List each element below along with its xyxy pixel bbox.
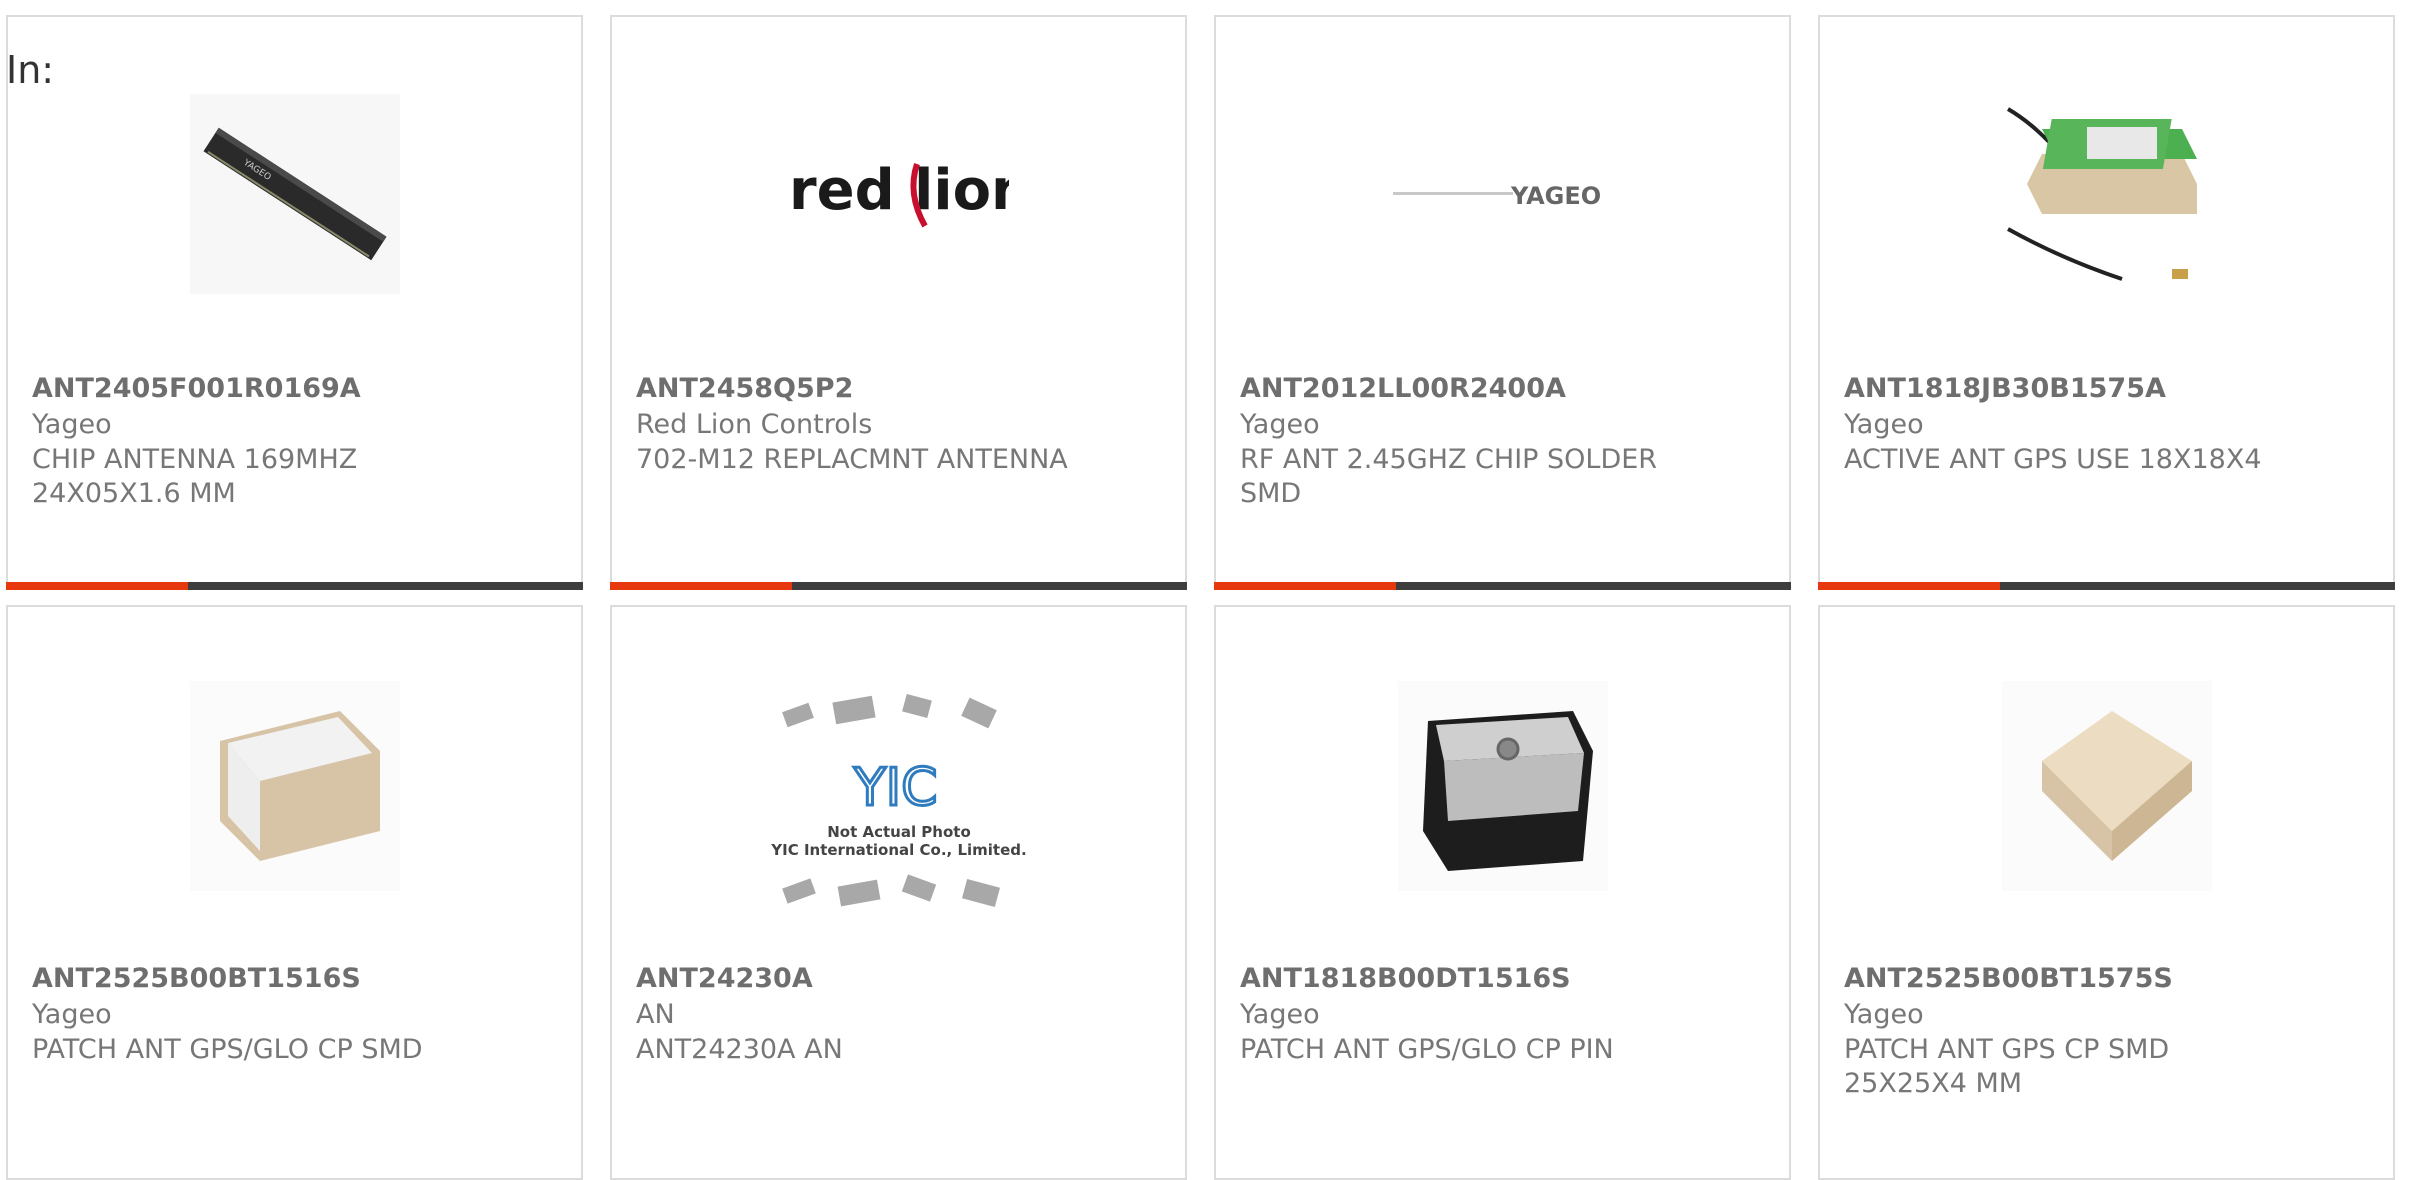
red-lion-logo: red lion bbox=[789, 85, 1009, 303]
card-bottom-bar bbox=[6, 582, 583, 590]
description: PATCH ANT GPS/GLO CP SMD bbox=[32, 1034, 423, 1065]
description: 702-M12 REPLACMNT ANTENNA bbox=[636, 444, 1068, 475]
description: CHIP ANTENNA 169MHZ 24X05X1.6 MM bbox=[32, 444, 358, 509]
svg-text:red lion: red lion bbox=[789, 158, 1009, 223]
part-number: ANT2525B00BT1575S bbox=[1844, 963, 2173, 994]
svg-text:Not Actual Photo: Not Actual Photo bbox=[827, 823, 971, 841]
manufacturer: Red Lion Controls bbox=[636, 409, 873, 440]
manufacturer: Yageo bbox=[32, 999, 112, 1030]
part-number: ANT2012LL00R2400A bbox=[1240, 373, 1566, 404]
product-card[interactable]: ANT2525B00BT1516S Yageo PATCH ANT GPS/GL… bbox=[6, 605, 583, 1180]
product-card[interactable]: ANT1818B00DT1516S Yageo PATCH ANT GPS/GL… bbox=[1214, 605, 1791, 1180]
chip-antenna-image: YAGEO bbox=[189, 85, 400, 303]
product-card[interactable]: YIC Not Actual Photo YIC International C… bbox=[610, 605, 1187, 1180]
part-number: ANT1818JB30B1575A bbox=[1844, 373, 2166, 404]
product-card[interactable]: YAGEO ANT2012LL00R2400A Yageo RF ANT 2.4… bbox=[1214, 15, 1791, 590]
product-card[interactable]: ANT2525B00BT1575S Yageo PATCH ANT GPS CP… bbox=[1818, 605, 2395, 1180]
svg-text:YIC: YIC bbox=[853, 758, 937, 818]
patch-antenna-image bbox=[189, 677, 400, 895]
svg-text:YAGEO: YAGEO bbox=[1510, 182, 1601, 210]
description: ANT24230A AN bbox=[636, 1034, 843, 1065]
yic-placeholder-image: YIC Not Actual Photo YIC International C… bbox=[764, 687, 1034, 927]
part-number: ANT2525B00BT1516S bbox=[32, 963, 361, 994]
manufacturer: Yageo bbox=[1240, 999, 1320, 1030]
card-bottom-bar bbox=[1214, 582, 1791, 590]
manufacturer: Yageo bbox=[32, 409, 112, 440]
part-number: ANT2405F001R0169A bbox=[32, 373, 361, 404]
manufacturer: Yageo bbox=[1844, 409, 1924, 440]
description: ACTIVE ANT GPS USE 18X18X4 bbox=[1844, 444, 2262, 475]
product-grid: YAGEO ANT2405F001R0169A Yageo CHIP ANTEN… bbox=[0, 0, 2410, 1180]
product-card[interactable]: YAGEO ANT2405F001R0169A Yageo CHIP ANTEN… bbox=[6, 15, 583, 590]
description: PATCH ANT GPS/GLO CP PIN bbox=[1240, 1034, 1614, 1065]
active-gps-antenna-image bbox=[2002, 85, 2212, 303]
black-patch-antenna-image bbox=[1397, 677, 1608, 895]
product-card[interactable]: red lion ANT2458Q5P2 Red Lion Controls 7… bbox=[610, 15, 1187, 590]
filter-label: In: bbox=[6, 48, 55, 92]
cream-patch-antenna-image bbox=[2001, 677, 2212, 895]
description: PATCH ANT GPS CP SMD 25X25X4 MM bbox=[1844, 1034, 2170, 1099]
yageo-logo: YAGEO bbox=[1392, 85, 1613, 303]
manufacturer: Yageo bbox=[1240, 409, 1320, 440]
part-number: ANT2458Q5P2 bbox=[636, 373, 854, 404]
svg-text:YIC International Co., Limited: YIC International Co., Limited. bbox=[770, 841, 1026, 859]
manufacturer: Yageo bbox=[1844, 999, 1924, 1030]
card-bottom-bar bbox=[1818, 582, 2395, 590]
part-number: ANT24230A bbox=[636, 963, 813, 994]
manufacturer: AN bbox=[636, 999, 675, 1030]
card-bottom-bar bbox=[610, 582, 1187, 590]
part-number: ANT1818B00DT1516S bbox=[1240, 963, 1571, 994]
description: RF ANT 2.45GHZ CHIP SOLDER SMD bbox=[1240, 444, 1658, 509]
product-card[interactable]: ANT1818JB30B1575A Yageo ACTIVE ANT GPS U… bbox=[1818, 15, 2395, 590]
